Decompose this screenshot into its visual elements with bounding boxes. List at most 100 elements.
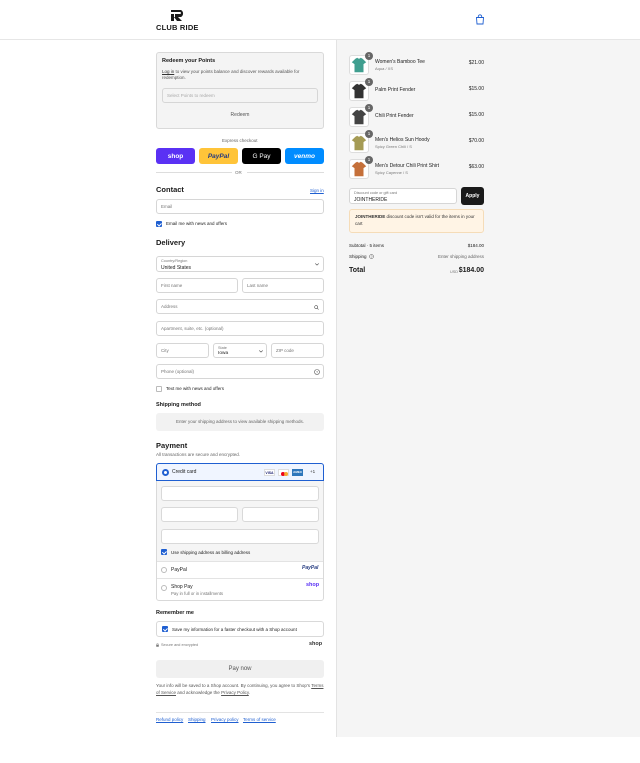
remember-me-title: Remember me (156, 610, 194, 616)
email-news-label: Email me with news and offers (166, 221, 227, 226)
discount-warning: JOINTHERIDE discount code isn't valid fo… (349, 209, 484, 233)
terms-of-service-link[interactable]: Terms of service (243, 717, 276, 722)
amex-badge-text: AMEX (293, 470, 302, 474)
address-field[interactable]: Address (156, 299, 324, 314)
shipping-label: Shipping (349, 254, 367, 259)
text-news-checkbox[interactable] (156, 386, 162, 392)
product-name: Men's Helios Sun Hoody (375, 137, 430, 143)
redeem-title: Redeem your Points (162, 58, 216, 64)
card-number-field[interactable] (161, 486, 319, 501)
product-price: $15.00 (468, 86, 484, 92)
mastercard-icon (278, 469, 289, 476)
more-cards-badge: +1 (310, 469, 316, 474)
redeem-button-label: Redeem (230, 112, 250, 118)
privacy-policy-link[interactable]: Privacy policy (211, 717, 239, 722)
shop-pay-radio[interactable] (161, 585, 167, 591)
logo-mark-icon (171, 10, 184, 21)
city-field[interactable]: City (156, 343, 209, 358)
shop-pay-option-sublabel: Pay in full or in installments (171, 591, 224, 596)
last-name-placeholder: Last name (247, 283, 269, 288)
venmo-label: venmo (294, 152, 315, 160)
shop-privacy-link[interactable]: Privacy Policy (221, 690, 249, 695)
total-value: $184.00 (458, 267, 484, 274)
paypal-radio[interactable] (161, 567, 167, 573)
product-price: $63.00 (468, 164, 484, 170)
amex-badge: AMEX (292, 469, 303, 476)
discount-field[interactable]: Discount code or gift card JOINTHERIDE (349, 188, 457, 204)
help-circle-icon[interactable]: ? (314, 369, 320, 375)
refund-policy-link[interactable]: Refund policy (156, 717, 183, 722)
apply-discount-label: Apply (465, 193, 480, 199)
billing-address-checkbox[interactable] (161, 549, 167, 555)
quantity-badge: 1 (365, 130, 373, 138)
city-placeholder: City (161, 348, 169, 353)
pay-now-label: Pay now (228, 666, 252, 672)
email-placeholder: Email (161, 204, 173, 209)
credit-card-radio[interactable] (162, 469, 169, 476)
club-ride-logo[interactable]: CLUB RIDE (156, 8, 198, 32)
country-value: United States (161, 265, 192, 271)
payment-title: Payment (156, 441, 188, 450)
shipping-policy-link[interactable]: Shipping (188, 717, 206, 722)
footer-divider (156, 712, 324, 713)
product-variant: Spicy Green Chili / S (375, 144, 412, 149)
google-pay-label: G Pay (252, 152, 271, 160)
product-variant: Spicy Cayenne / S (375, 170, 408, 175)
apply-discount-button[interactable]: Apply (461, 187, 484, 205)
zip-field[interactable]: ZIP code (271, 343, 324, 358)
svg-text:?: ? (371, 255, 373, 259)
legal-text: Your info will be saved to a Shop accoun… (156, 683, 326, 696)
email-field[interactable]: Email (156, 199, 324, 214)
sign-in-link[interactable]: Sign in (310, 188, 324, 193)
product-price: $21.00 (468, 60, 484, 66)
save-info-checkbox[interactable] (162, 626, 168, 632)
state-select[interactable]: State Iowa (213, 343, 267, 358)
delivery-title: Delivery (156, 238, 186, 247)
shipping-method-message-box: Enter your shipping address to view avai… (156, 413, 324, 431)
visa-badge-text: VISA (265, 471, 274, 475)
credit-card-option[interactable]: Credit card VISA AMEX +1 (156, 463, 324, 481)
legal-text-dot: . (248, 689, 251, 695)
shop-pay-button[interactable]: shop (156, 148, 195, 164)
redeem-description: Log in to view your points balance and d… (162, 69, 312, 81)
discount-field-label: Discount code or gift card (354, 191, 398, 195)
product-price: $70.00 (468, 138, 484, 144)
redeem-button[interactable]: Redeem (162, 108, 318, 123)
or-divider-left (156, 172, 232, 173)
card-expiry-field[interactable] (161, 507, 238, 522)
legal-text-and: and acknowledge the (177, 689, 220, 695)
points-select[interactable]: Select Points to redeem (162, 88, 318, 103)
points-select-placeholder: Select Points to redeem (167, 93, 215, 98)
shopping-bag-icon[interactable] (475, 14, 485, 25)
quantity-badge: 1 (365, 52, 373, 60)
product-variant: Aqua / XS (375, 66, 394, 71)
subtotal-value: $184.00 (467, 243, 484, 248)
email-news-checkbox[interactable] (156, 221, 162, 227)
quantity-badge: 1 (365, 104, 373, 112)
first-name-field[interactable]: First name (156, 278, 238, 293)
venmo-button[interactable]: venmo (285, 148, 324, 164)
last-name-field[interactable]: Last name (242, 278, 324, 293)
paypal-option[interactable]: PayPal PayPal (157, 562, 323, 578)
express-checkout-label: Express checkout (222, 138, 258, 143)
pay-now-button[interactable]: Pay now (156, 660, 324, 678)
paypal-button[interactable]: PayPal (199, 148, 238, 164)
shop-pay-option[interactable]: Shop Pay Pay in full or in installments … (157, 579, 323, 601)
apartment-field[interactable]: Apartment, suite, etc. (optional) (156, 321, 324, 336)
total-currency: USD (450, 270, 459, 274)
card-cvv-field[interactable] (242, 507, 319, 522)
country-select[interactable]: Country/Region United States (156, 256, 324, 272)
paypal-label: PayPal (207, 152, 230, 160)
card-name-field[interactable] (161, 529, 319, 544)
or-divider-right (247, 172, 324, 173)
remember-me-box: Save my information for a faster checkou… (156, 621, 324, 637)
total-label: Total (349, 267, 366, 274)
first-name-placeholder: First name (161, 283, 183, 288)
help-circle-icon[interactable]: ? (369, 254, 374, 259)
paypal-option-label: PayPal (171, 567, 187, 573)
google-pay-button[interactable]: G Pay (242, 148, 281, 164)
product-name: Women's Bamboo Tee (375, 59, 425, 65)
redeem-login-link[interactable]: Log in (162, 69, 174, 74)
phone-field[interactable]: Phone (optional) ? (156, 364, 324, 379)
state-value: Iowa (218, 351, 229, 356)
